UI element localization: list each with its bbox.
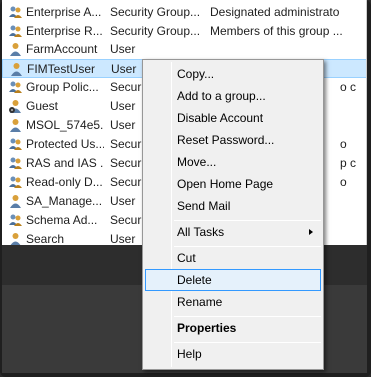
menu-item-properties[interactable]: Properties <box>145 317 321 339</box>
item-description: Members of this group ... <box>210 24 343 38</box>
item-description: p c <box>340 156 357 170</box>
group-icon <box>8 156 23 171</box>
menu-item-cut[interactable]: Cut <box>145 247 321 269</box>
list-item[interactable]: Enterprise R... Security Group... Member… <box>2 22 366 41</box>
item-name: Enterprise R... <box>26 24 103 38</box>
group-icon <box>8 5 23 20</box>
menu-item-disable-account[interactable]: Disable Account <box>145 107 321 129</box>
menu-item-delete[interactable]: Delete <box>145 269 321 291</box>
item-description: o <box>340 175 347 189</box>
user-icon <box>8 118 23 133</box>
menu-item-send-mail[interactable]: Send Mail <box>145 195 321 217</box>
menu-item-add-to-group[interactable]: Add to a group... <box>145 85 321 107</box>
item-name: Enterprise A... <box>26 5 102 19</box>
group-icon <box>8 213 23 228</box>
menu-item-label: All Tasks <box>177 225 225 239</box>
group-icon <box>8 175 23 190</box>
list-item[interactable]: FarmAccount User <box>2 40 366 59</box>
user-icon <box>8 194 23 209</box>
context-menu: Copy... Add to a group... Disable Accoun… <box>142 59 324 370</box>
group-icon <box>8 137 23 152</box>
item-name: Search <box>26 232 65 245</box>
group-icon <box>8 24 23 39</box>
submenu-arrow-icon <box>309 229 313 235</box>
item-name: MSOL_574e5... <box>26 118 104 132</box>
item-name: FIMTestUser <box>27 62 96 76</box>
item-type: Security Group... <box>110 24 201 38</box>
item-name: RAS and IAS ... <box>26 156 104 170</box>
menu-item-rename[interactable]: Rename <box>145 291 321 313</box>
user-icon <box>8 232 23 245</box>
item-name: FarmAccount <box>26 42 98 56</box>
item-description: o c <box>340 80 357 94</box>
menu-item-help[interactable]: Help <box>145 343 321 365</box>
menu-item-open-home-page[interactable]: Open Home Page <box>145 173 321 195</box>
item-name: Guest <box>26 99 59 113</box>
item-name: Read-only D... <box>26 175 103 189</box>
group-icon <box>8 80 23 95</box>
menu-item-reset-password[interactable]: Reset Password... <box>145 129 321 151</box>
item-name: Protected Us... <box>26 137 104 151</box>
item-description: o <box>340 137 347 151</box>
item-type: Security Group... <box>110 5 201 19</box>
item-name: Schema Ad... <box>26 213 98 227</box>
user-icon <box>8 42 23 57</box>
item-description: Designated administrato <box>210 5 340 19</box>
item-type: User <box>110 42 136 56</box>
item-name: SA_Manage... <box>26 194 103 208</box>
disabled-user-icon <box>8 99 23 114</box>
menu-item-copy[interactable]: Copy... <box>145 63 321 85</box>
menu-item-all-tasks[interactable]: All Tasks <box>145 221 321 243</box>
item-name: Group Polic... <box>26 80 99 94</box>
user-icon <box>9 62 24 77</box>
list-item[interactable]: Enterprise A... Security Group... Design… <box>2 3 366 22</box>
menu-item-move[interactable]: Move... <box>145 151 321 173</box>
